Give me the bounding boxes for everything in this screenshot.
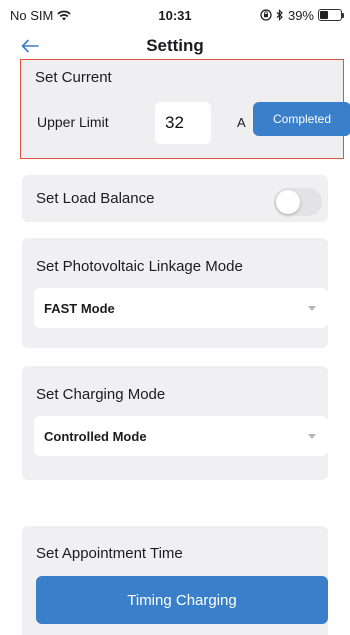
set-current-title: Set Current <box>35 69 112 86</box>
load-balance-title: Set Load Balance <box>36 190 155 207</box>
chevron-down-icon <box>308 433 316 439</box>
chevron-down-icon <box>308 305 316 311</box>
battery-percent: 39% <box>287 7 314 23</box>
status-right: 39% <box>260 7 344 23</box>
toggle-knob <box>276 190 300 214</box>
appointment-title: Set Appointment Time <box>36 545 183 562</box>
charging-mode-select[interactable]: Controlled Mode <box>34 416 328 456</box>
completed-button[interactable]: Completed <box>253 102 350 136</box>
status-bar: No SIM 10:31 39% <box>0 0 350 30</box>
carrier-label: No SIM <box>10 7 54 23</box>
bluetooth-icon <box>276 9 283 21</box>
charging-mode-value: Controlled Mode <box>44 428 147 444</box>
orientation-lock-icon <box>260 9 272 21</box>
back-button[interactable] <box>18 34 42 58</box>
arrow-left-icon <box>21 39 39 53</box>
timing-charging-button[interactable]: Timing Charging <box>36 576 328 624</box>
set-current-card: Set Current Upper Limit A Completed <box>20 59 350 159</box>
page-title: Setting <box>146 36 204 55</box>
pv-linkage-select[interactable]: FAST Mode <box>34 288 328 328</box>
load-balance-toggle[interactable] <box>274 188 322 216</box>
battery-fill <box>320 11 328 19</box>
upper-limit-label: Upper Limit <box>37 114 109 130</box>
pv-linkage-title: Set Photovoltaic Linkage Mode <box>36 258 243 275</box>
nav-bar: Setting <box>0 30 350 62</box>
pv-linkage-value: FAST Mode <box>44 300 115 316</box>
wifi-icon <box>57 10 72 20</box>
pv-linkage-card: Set Photovoltaic Linkage Mode FAST Mode <box>22 238 328 348</box>
load-balance-card: Set Load Balance <box>22 175 328 222</box>
appointment-card: Set Appointment Time Timing Charging <box>22 526 328 635</box>
status-left: No SIM <box>10 7 72 23</box>
unit-label: A <box>237 115 246 130</box>
charging-mode-card: Set Charging Mode Controlled Mode <box>22 366 328 480</box>
charging-mode-title: Set Charging Mode <box>36 386 166 403</box>
battery-icon <box>318 9 344 21</box>
current-limit-input[interactable] <box>155 102 211 144</box>
